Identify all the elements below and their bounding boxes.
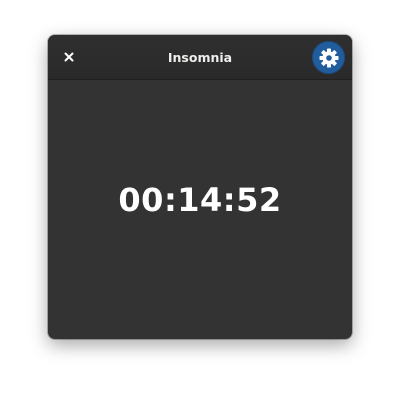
close-icon: [64, 52, 74, 62]
app-window: Insomnia 00:14:52: [48, 35, 352, 339]
window-title: Insomnia: [167, 50, 233, 65]
close-button[interactable]: [57, 45, 81, 69]
timer-panel: 00:14:52: [48, 80, 352, 339]
elapsed-time-display: 00:14:52: [118, 181, 282, 219]
gear-icon: [319, 48, 339, 68]
headerbar: Insomnia: [48, 35, 352, 80]
settings-button[interactable]: [312, 41, 345, 74]
